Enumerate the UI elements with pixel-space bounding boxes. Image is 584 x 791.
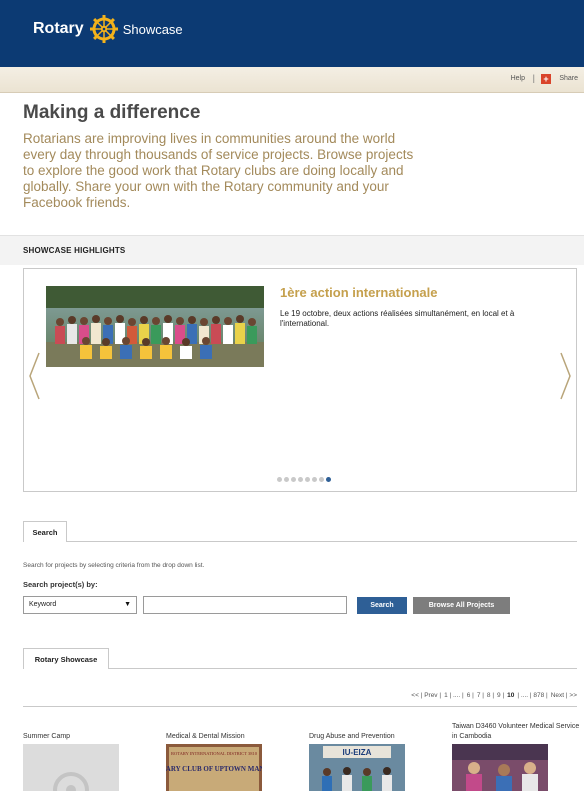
- slide-description: Le 19 octobre, deux actions réalisées si…: [280, 309, 515, 328]
- banner-text: ROTARY INTERNATIONAL DISTRICT 3810: [171, 751, 258, 756]
- project-thumbnail[interactable]: [452, 744, 548, 791]
- pager-page[interactable]: 9 |: [497, 692, 504, 699]
- site-header: Rotary Showcase: [0, 0, 584, 67]
- project-grid: Summer Camp Medical & Dental Mission ROT…: [23, 714, 583, 791]
- search-criteria-select[interactable]: Keyword ▼: [23, 596, 137, 614]
- pager-divider: [23, 706, 577, 707]
- banner-text: IU-EIZA: [343, 748, 372, 757]
- slide-photo[interactable]: [46, 286, 264, 367]
- carousel-dot[interactable]: [277, 477, 282, 482]
- brand-logo[interactable]: Rotary Showcase: [33, 14, 183, 44]
- search-help-text: Search for projects by selecting criteri…: [23, 562, 205, 569]
- share-link[interactable]: Share: [559, 75, 578, 82]
- browse-all-button[interactable]: Browse All Projects: [413, 597, 510, 614]
- caret-down-icon: ▼: [124, 601, 131, 608]
- help-link[interactable]: Help: [511, 75, 525, 82]
- pager-page[interactable]: 8 |: [487, 692, 494, 699]
- utility-bar: Help | + Share: [0, 67, 584, 93]
- pagination: << | Prev | 1 | .... | 6 | 7 | 8 | 9 | 1…: [411, 692, 577, 699]
- keyword-input[interactable]: [143, 596, 347, 614]
- project-thumbnail-placeholder[interactable]: [23, 744, 119, 791]
- tab-divider: [67, 541, 577, 542]
- project-title[interactable]: Summer Camp: [23, 732, 151, 742]
- brand-showcase-text: Showcase: [122, 21, 183, 37]
- utility-separator: |: [532, 73, 535, 83]
- pager-current-page: 10: [507, 692, 515, 699]
- share-plus-icon[interactable]: +: [541, 74, 551, 84]
- pager-page[interactable]: | .... | 878 |: [517, 692, 547, 699]
- tab-rotary-showcase[interactable]: Rotary Showcase: [23, 648, 109, 669]
- rotary-wheel-icon: [89, 15, 118, 43]
- carousel-dot-active[interactable]: [326, 477, 331, 482]
- chevron-left-icon[interactable]: [27, 351, 41, 401]
- carousel-dot[interactable]: [305, 477, 310, 482]
- carousel-dot[interactable]: [291, 477, 296, 482]
- project-thumbnail[interactable]: IU-EIZA: [309, 744, 405, 791]
- chevron-right-icon[interactable]: [559, 351, 573, 401]
- intro-text: Rotarians are improving lives in communi…: [23, 131, 414, 210]
- search-by-label: Search project(s) by:: [23, 580, 98, 589]
- carousel-dot[interactable]: [319, 477, 324, 482]
- pager-next[interactable]: Next | >>: [551, 692, 577, 699]
- search-button[interactable]: Search: [357, 597, 407, 614]
- banner-text: ROTARY CLUB OF UPTOWN MANILA: [166, 765, 262, 773]
- highlights-heading: SHOWCASE HIGHLIGHTS: [23, 246, 126, 255]
- page-title: Making a difference: [23, 102, 201, 123]
- brand-rotary-text: Rotary: [33, 20, 84, 37]
- project-title[interactable]: Medical & Dental Mission: [166, 732, 294, 742]
- pager-prev[interactable]: << | Prev |: [411, 692, 441, 699]
- carousel-dot[interactable]: [284, 477, 289, 482]
- tab-divider: [109, 668, 577, 669]
- carousel-dot[interactable]: [312, 477, 317, 482]
- pager-page[interactable]: 7 |: [477, 692, 484, 699]
- select-value: Keyword: [29, 601, 57, 608]
- pager-page[interactable]: 1 | .... |: [444, 692, 464, 699]
- pager-page[interactable]: 6 |: [467, 692, 474, 699]
- carousel-dots: [277, 477, 331, 482]
- slide-title[interactable]: 1ère action internationale: [280, 285, 438, 300]
- carousel-dot[interactable]: [298, 477, 303, 482]
- project-thumbnail[interactable]: ROTARY INTERNATIONAL DISTRICT 3810 ROTAR…: [166, 744, 262, 791]
- highlights-carousel: 1ère action internationale Le 19 octobre…: [23, 268, 577, 492]
- project-title[interactable]: Drug Abuse and Prevention: [309, 732, 437, 742]
- tab-search[interactable]: Search: [23, 521, 67, 542]
- project-title[interactable]: Taiwan D3460 Volunteer Medical Service i…: [452, 722, 580, 742]
